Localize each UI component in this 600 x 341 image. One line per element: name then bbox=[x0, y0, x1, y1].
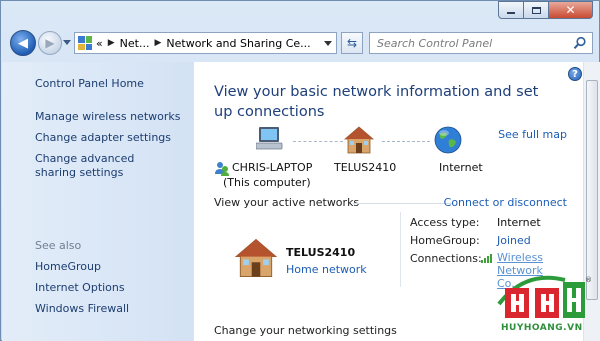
network-type-link[interactable]: Home network bbox=[286, 263, 367, 276]
window: ✕ ◀ ▶ « ▶ Net... ▶ Network and Sharing C… bbox=[0, 0, 600, 341]
connections-label: Connections: bbox=[410, 252, 482, 265]
computer-name: CHRIS-LAPTOP bbox=[232, 161, 313, 174]
watermark-text: HUYHOANG.VN bbox=[501, 323, 583, 333]
search-box bbox=[369, 32, 593, 54]
sidebar-item-adapter-settings[interactable]: Change adapter settings bbox=[35, 131, 171, 145]
address-dropdown-button[interactable] bbox=[320, 33, 336, 53]
active-networks-heading: View your active networks bbox=[214, 196, 360, 209]
navigation-bar: ◀ ▶ « ▶ Net... ▶ Network and Sharing Ce.… bbox=[1, 27, 600, 61]
close-icon: ✕ bbox=[565, 3, 576, 17]
recent-pages-dropdown[interactable] bbox=[63, 40, 71, 45]
computer-icon[interactable] bbox=[256, 126, 284, 152]
homegroup-label: HomeGroup: bbox=[410, 234, 480, 247]
maximize-icon bbox=[531, 6, 541, 14]
close-button[interactable]: ✕ bbox=[549, 1, 593, 19]
access-type-label: Access type: bbox=[410, 216, 480, 229]
change-settings-heading: Change your networking settings bbox=[214, 324, 397, 337]
control-panel-icon bbox=[78, 36, 92, 50]
access-type-value: Internet bbox=[497, 216, 541, 229]
breadcrumb-network-sharing[interactable]: Network and Sharing Ce... bbox=[166, 37, 310, 50]
refresh-icon: ⇆ bbox=[346, 36, 358, 50]
maximize-button[interactable] bbox=[524, 1, 549, 19]
sidebar-item-control-panel-home[interactable]: Control Panel Home bbox=[35, 77, 144, 91]
home-network-large-icon bbox=[234, 238, 278, 277]
see-full-map-link[interactable]: See full map bbox=[498, 128, 567, 141]
sidebar-item-homegroup[interactable]: HomeGroup bbox=[35, 260, 101, 274]
sidebar-item-advanced-sharing[interactable]: Change advanced sharing settings bbox=[35, 152, 175, 180]
breadcrumb-overflow[interactable]: « bbox=[96, 37, 103, 50]
connection-line bbox=[382, 141, 430, 142]
breadcrumb-network[interactable]: Net... bbox=[120, 37, 150, 50]
sidebar: Control Panel Home Manage wireless netwo… bbox=[2, 62, 194, 341]
connect-disconnect-link[interactable]: Connect or disconnect bbox=[444, 196, 567, 209]
router-label: TELUS2410 bbox=[334, 161, 397, 174]
properties-divider bbox=[400, 212, 401, 287]
address-bar[interactable]: « ▶ Net... ▶ Network and Sharing Ce... bbox=[74, 32, 337, 54]
homegroup-joined-link[interactable]: Joined bbox=[497, 234, 531, 247]
forward-button[interactable]: ▶ bbox=[38, 31, 62, 55]
wireless-signal-icon bbox=[481, 254, 492, 263]
internet-label: Internet bbox=[439, 161, 483, 174]
breadcrumb-separator-icon[interactable]: ▶ bbox=[154, 38, 161, 48]
sidebar-item-internet-options[interactable]: Internet Options bbox=[35, 281, 125, 295]
help-button[interactable]: ? bbox=[568, 67, 582, 81]
back-button[interactable]: ◀ bbox=[10, 30, 36, 56]
forward-arrow-icon: ▶ bbox=[45, 36, 55, 50]
help-icon: ? bbox=[572, 68, 578, 80]
chevron-down-icon bbox=[324, 40, 332, 46]
back-arrow-icon: ◀ bbox=[18, 35, 28, 51]
watermark-logo: ® bbox=[497, 275, 591, 318]
connection-line bbox=[293, 141, 343, 142]
sidebar-item-windows-firewall[interactable]: Windows Firewall bbox=[35, 302, 129, 316]
page-title: View your basic network information and … bbox=[214, 84, 539, 120]
minimize-button[interactable] bbox=[498, 1, 524, 19]
section-divider bbox=[353, 203, 453, 204]
sidebar-item-manage-wireless[interactable]: Manage wireless networks bbox=[35, 110, 180, 124]
minimize-icon bbox=[507, 12, 515, 14]
caption-buttons: ✕ bbox=[498, 1, 593, 19]
search-icon[interactable] bbox=[573, 36, 587, 50]
svg-text:®: ® bbox=[585, 276, 591, 284]
home-network-icon[interactable] bbox=[344, 126, 374, 154]
network-user-icon bbox=[215, 162, 229, 176]
computer-subtitle: (This computer) bbox=[223, 176, 311, 189]
active-network-name: TELUS2410 bbox=[286, 246, 356, 259]
search-input[interactable] bbox=[377, 36, 562, 50]
breadcrumb-separator-icon[interactable]: ▶ bbox=[108, 38, 115, 48]
internet-globe-icon[interactable] bbox=[434, 126, 462, 154]
scrollbar-thumb[interactable] bbox=[586, 80, 598, 300]
see-also-heading: See also bbox=[35, 239, 82, 252]
refresh-button[interactable]: ⇆ bbox=[341, 32, 363, 54]
